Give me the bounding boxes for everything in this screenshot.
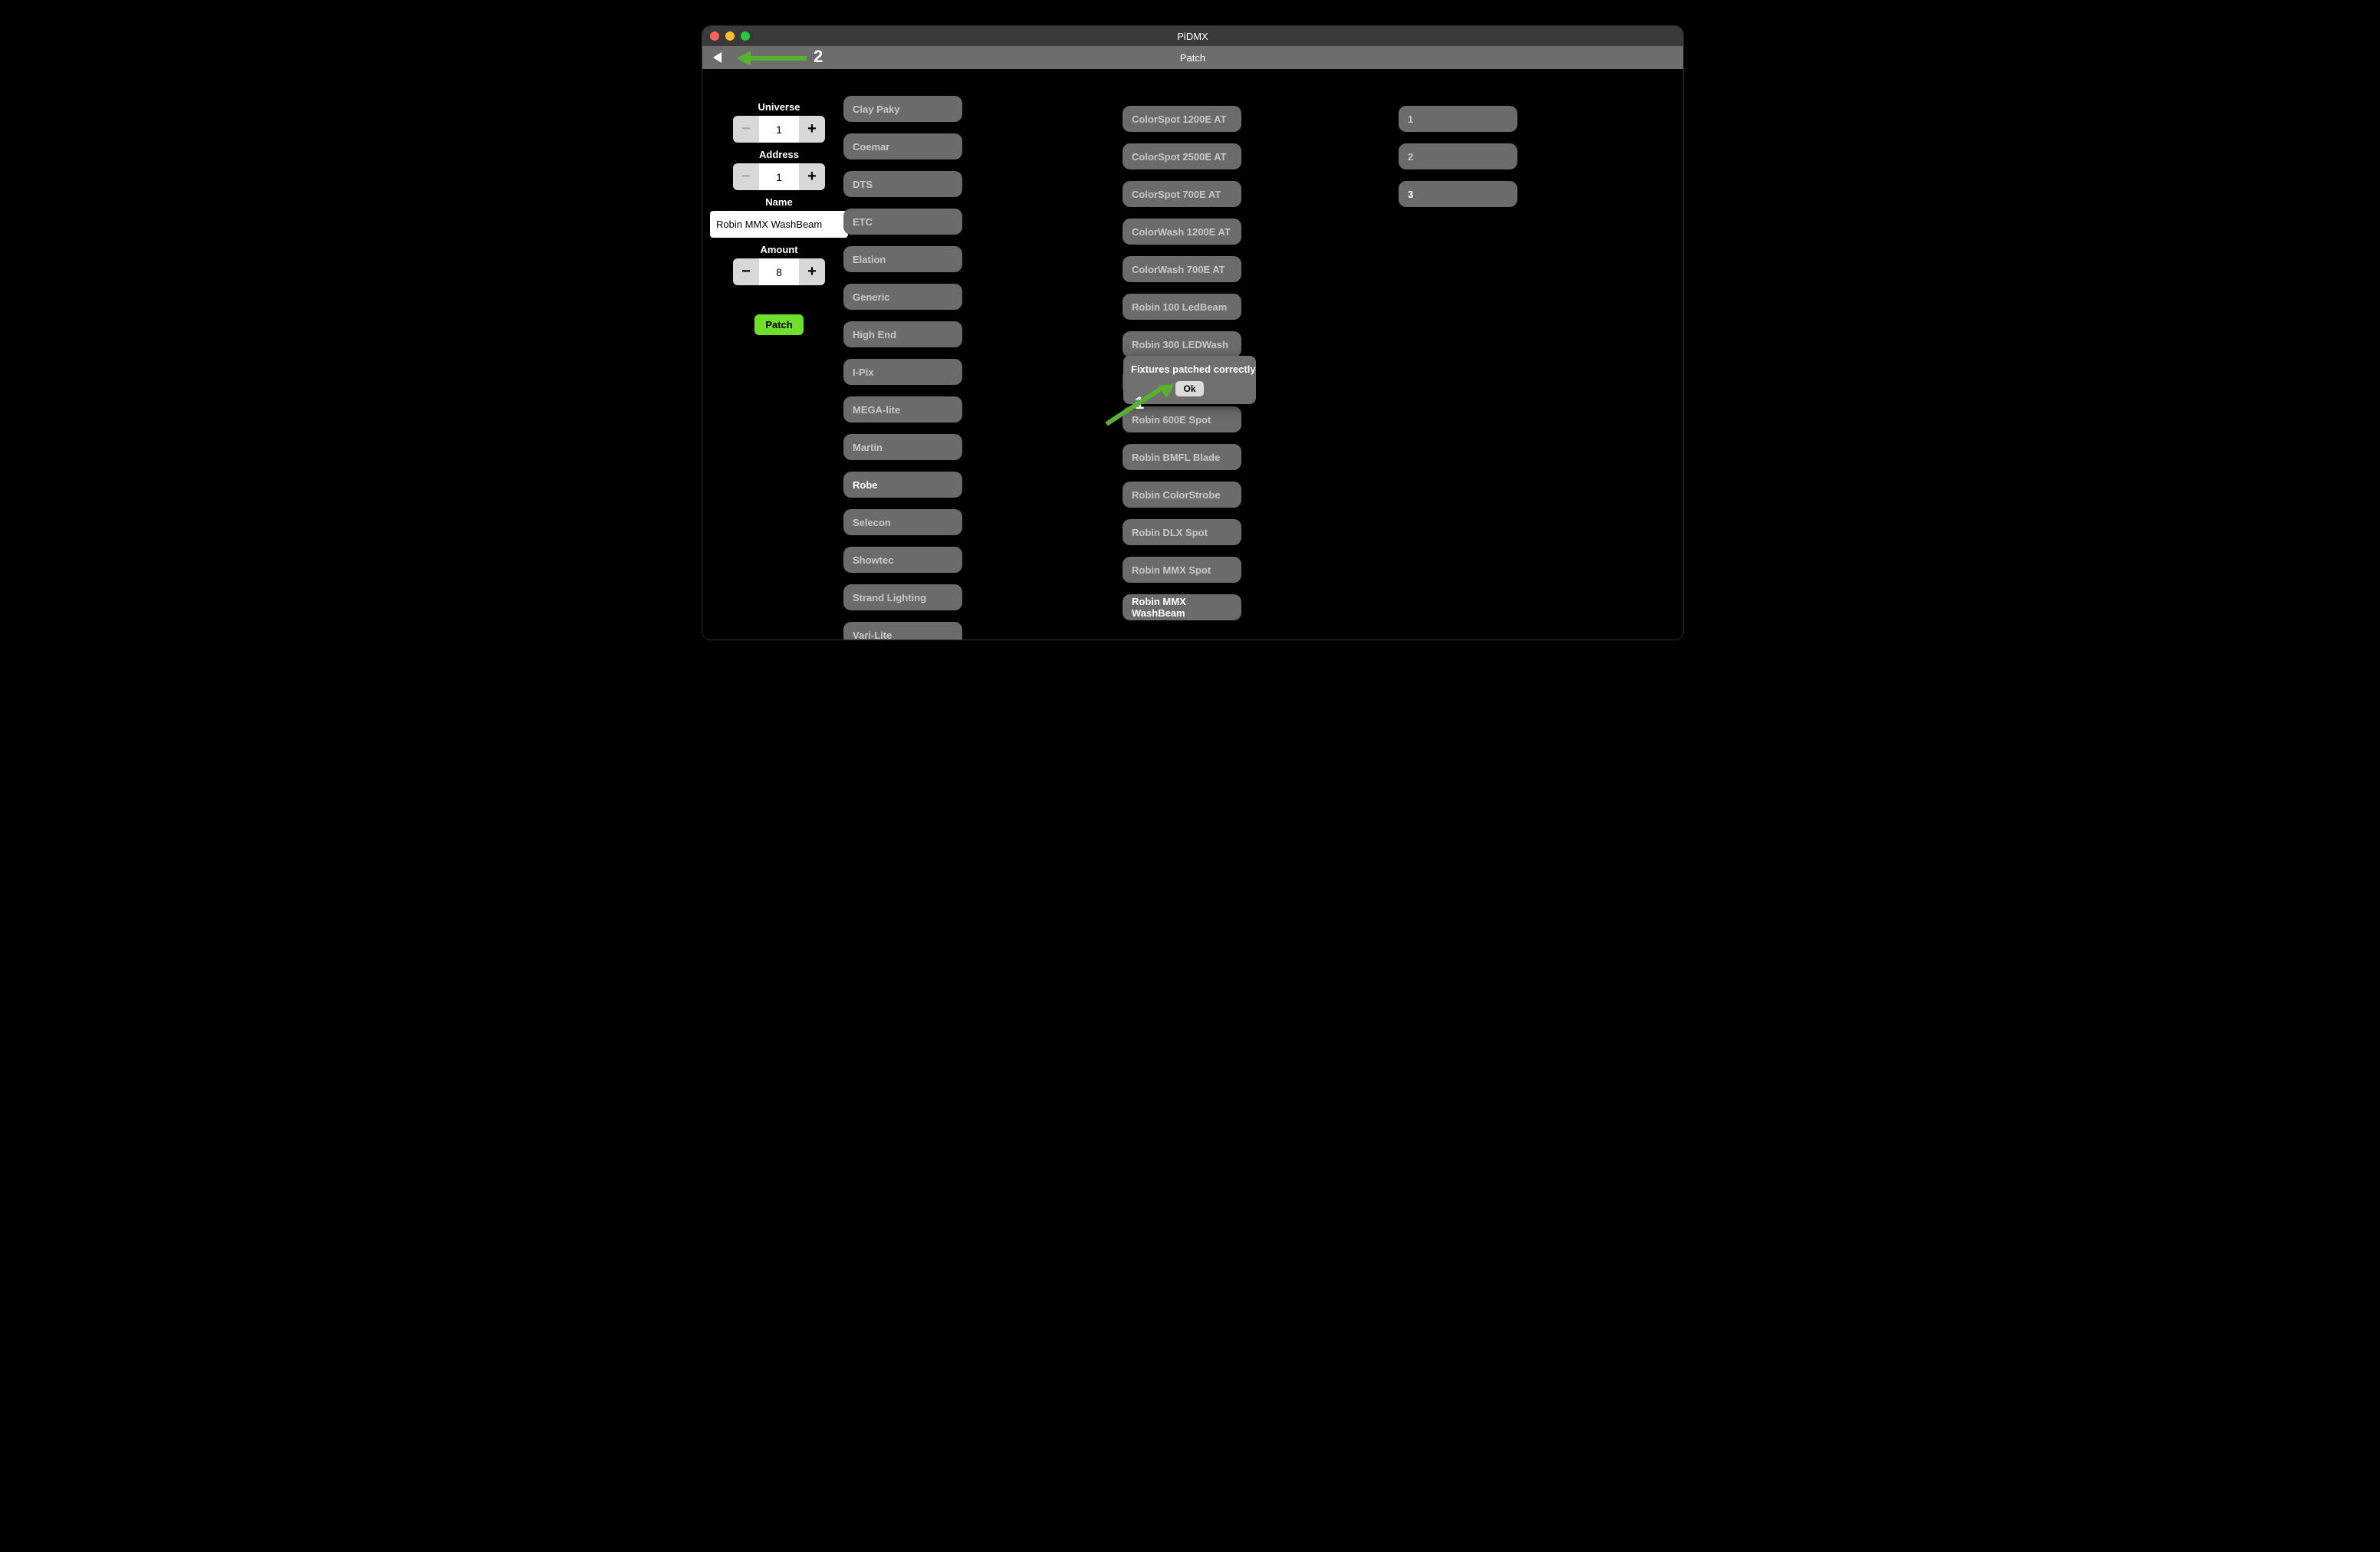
manufacturer-item[interactable]: Elation (843, 246, 962, 272)
window-controls (710, 31, 750, 41)
fixture-item[interactable]: Robin DLX Spot (1123, 519, 1241, 545)
mode-list: 1 2 3 (1399, 106, 1517, 207)
name-label: Name (765, 196, 792, 208)
back-icon[interactable] (713, 52, 722, 63)
manufacturer-item[interactable]: High End (843, 321, 962, 347)
manufacturer-item[interactable]: I-Pix (843, 359, 962, 385)
universe-label: Universe (758, 101, 800, 113)
manufacturer-item[interactable]: Showtec (843, 547, 962, 573)
close-icon[interactable] (710, 31, 719, 41)
amount-stepper: − 8 + (733, 258, 825, 285)
dialog-message: Fixtures patched correctly (1131, 363, 1248, 375)
name-field[interactable] (710, 211, 848, 238)
manufacturer-item[interactable]: Clay Paky (843, 96, 962, 122)
fixture-item[interactable]: Robin MMX Spot (1123, 557, 1241, 583)
fixture-item[interactable]: ColorWash 700E AT (1123, 256, 1241, 282)
fixture-item[interactable]: Robin BMFL Blade (1123, 444, 1241, 470)
fixture-item[interactable]: Robin MMX WashBeam (1123, 594, 1241, 620)
fixture-item[interactable]: Robin 100 LedBeam (1123, 294, 1241, 320)
fixture-item[interactable]: ColorSpot 700E AT (1123, 181, 1241, 207)
universe-value[interactable]: 1 (759, 116, 799, 143)
titlebar: PiDMX (702, 26, 1683, 46)
manufacturer-item[interactable]: Vari-Lite (843, 622, 962, 640)
address-increment[interactable]: + (799, 163, 825, 190)
page-title: Patch (702, 52, 1683, 64)
address-value[interactable]: 1 (759, 163, 799, 190)
app-title: PiDMX (702, 31, 1683, 42)
mode-item[interactable]: 1 (1399, 106, 1517, 132)
amount-label: Amount (760, 244, 797, 255)
mode-item[interactable]: 2 (1399, 143, 1517, 169)
manufacturer-item[interactable]: MEGA-lite (843, 396, 962, 423)
fixture-item[interactable]: ColorSpot 1200E AT (1123, 106, 1241, 132)
ok-button[interactable]: Ok (1175, 381, 1203, 396)
manufacturer-item[interactable]: Robe (843, 472, 962, 498)
app-window: PiDMX Patch Universe − 1 + Address − 1 + (702, 25, 1684, 640)
manufacturer-list: Clay Paky Coemar DTS ETC Elation Generic High … (843, 96, 962, 640)
universe-decrement[interactable]: − (733, 116, 759, 143)
fixture-item[interactable]: ColorWash 1200E AT (1123, 219, 1241, 245)
fixture-item[interactable]: Robin 300 LEDWash (1123, 331, 1241, 357)
minimize-icon[interactable] (725, 31, 735, 41)
patch-button[interactable]: Patch (754, 314, 803, 335)
manufacturer-item[interactable]: Selecon (843, 509, 962, 535)
fixture-item[interactable]: Robin ColorStrobe (1123, 482, 1241, 508)
manufacturer-item[interactable]: Strand Lighting (843, 584, 962, 610)
address-decrement[interactable]: − (733, 163, 759, 190)
patch-form: Universe − 1 + Address − 1 + Name Amount… (702, 69, 856, 335)
fixture-item[interactable]: Robin 600E Spot (1123, 406, 1241, 432)
manufacturer-item[interactable]: Coemar (843, 133, 962, 159)
manufacturer-item[interactable]: Martin (843, 434, 962, 460)
zoom-icon[interactable] (741, 31, 750, 41)
amount-value[interactable]: 8 (759, 258, 799, 285)
address-stepper: − 1 + (733, 163, 825, 190)
universe-stepper: − 1 + (733, 116, 825, 143)
manufacturer-item[interactable]: Generic (843, 284, 962, 310)
amount-increment[interactable]: + (799, 258, 825, 285)
manufacturer-item[interactable]: DTS (843, 171, 962, 197)
address-label: Address (759, 149, 799, 160)
mode-item[interactable]: 3 (1399, 181, 1517, 207)
universe-increment[interactable]: + (799, 116, 825, 143)
fixture-item[interactable]: ColorSpot 2500E AT (1123, 143, 1241, 169)
confirmation-dialog: Fixtures patched correctly Ok (1123, 356, 1256, 404)
amount-decrement[interactable]: − (733, 258, 759, 285)
manufacturer-item[interactable]: ETC (843, 209, 962, 235)
navbar: Patch (702, 46, 1683, 69)
